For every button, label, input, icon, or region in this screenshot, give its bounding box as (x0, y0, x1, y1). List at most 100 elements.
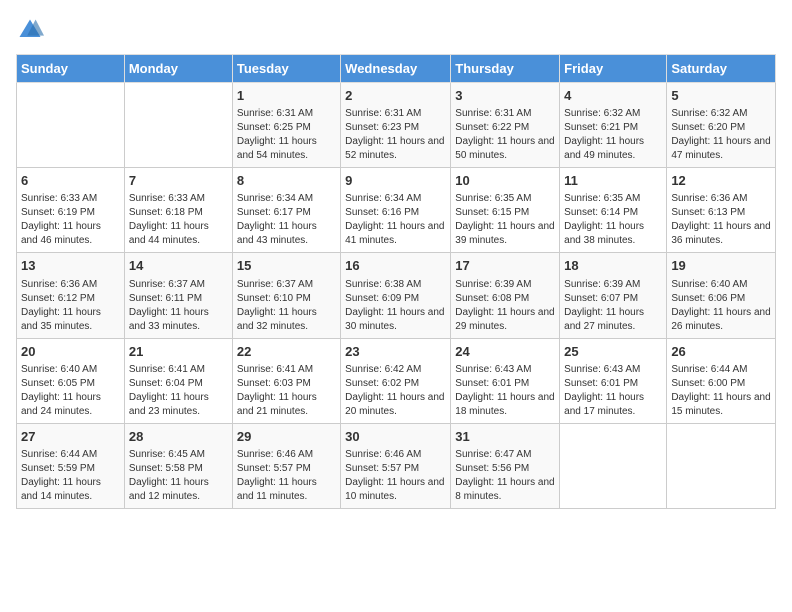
day-info: Sunrise: 6:45 AM Sunset: 5:58 PM Dayligh… (129, 448, 228, 504)
calendar-cell: 22 Sunrise: 6:41 AM Sunset: 6:03 PM Dayli… (232, 338, 340, 423)
day-number: 7 (129, 172, 228, 190)
calendar-cell (667, 423, 776, 508)
day-number: 19 (671, 257, 771, 275)
day-info: Sunrise: 6:40 AM Sunset: 6:06 PM Dayligh… (671, 278, 771, 334)
header-thursday: Thursday (451, 55, 560, 83)
calendar-cell: 12Sunrise: 6:36 AM Sunset: 6:13 PM Dayli… (667, 168, 776, 253)
day-number: 13 (21, 257, 120, 275)
logo-icon (16, 16, 44, 44)
day-number: 20 (21, 343, 120, 361)
calendar-cell: 30 Sunrise: 6:46 AM Sunset: 5:57 PM Dayli… (341, 423, 451, 508)
day-info: Sunrise: 6:40 AM Sunset: 6:05 PM Dayligh… (21, 363, 120, 419)
calendar-header-row: SundayMondayTuesdayWednesdayThursdayFrid… (17, 55, 776, 83)
calendar-cell: 2 Sunrise: 6:31 AM Sunset: 6:23 PM Daylig… (341, 83, 451, 168)
day-number: 10 (455, 172, 555, 190)
day-number: 15 (237, 257, 336, 275)
day-number: 25 (564, 343, 662, 361)
day-number: 2 (345, 87, 446, 105)
calendar-cell: 18Sunrise: 6:39 AM Sunset: 6:07 PM Dayli… (560, 253, 667, 338)
header-saturday: Saturday (667, 55, 776, 83)
day-info: Sunrise: 6:31 AM Sunset: 6:23 PM Dayligh… (345, 107, 446, 163)
day-info: Sunrise: 6:41 AM Sunset: 6:04 PM Dayligh… (129, 363, 228, 419)
day-info: Sunrise: 6:39 AM Sunset: 6:08 PM Dayligh… (455, 278, 555, 334)
day-number: 29 (237, 428, 336, 446)
day-number: 6 (21, 172, 120, 190)
day-number: 8 (237, 172, 336, 190)
week-row-2: 13 Sunrise: 6:36 AM Sunset: 6:12 PM Dayli… (17, 253, 776, 338)
calendar-cell: 10 Sunrise: 6:35 AM Sunset: 6:15 PM Dayli… (451, 168, 560, 253)
day-number: 30 (345, 428, 446, 446)
week-row-4: 27 Sunrise: 6:44 AM Sunset: 5:59 PM Dayli… (17, 423, 776, 508)
day-number: 31 (455, 428, 555, 446)
day-info: Sunrise: 6:44 AM Sunset: 6:00 PM Dayligh… (671, 363, 771, 419)
header-friday: Friday (560, 55, 667, 83)
day-info: Sunrise: 6:32 AM Sunset: 6:20 PM Dayligh… (671, 107, 771, 163)
day-info: Sunrise: 6:34 AM Sunset: 6:17 PM Dayligh… (237, 192, 336, 248)
calendar-cell: 11 Sunrise: 6:35 AM Sunset: 6:14 PM Dayli… (560, 168, 667, 253)
day-info: Sunrise: 6:37 AM Sunset: 6:11 PM Dayligh… (129, 278, 228, 334)
day-number: 16 (345, 257, 446, 275)
header-sunday: Sunday (17, 55, 125, 83)
day-info: Sunrise: 6:46 AM Sunset: 5:57 PM Dayligh… (237, 448, 336, 504)
day-number: 14 (129, 257, 228, 275)
day-number: 24 (455, 343, 555, 361)
header-tuesday: Tuesday (232, 55, 340, 83)
day-number: 26 (671, 343, 771, 361)
day-number: 27 (21, 428, 120, 446)
week-row-3: 20 Sunrise: 6:40 AM Sunset: 6:05 PM Dayli… (17, 338, 776, 423)
calendar-cell: 24 Sunrise: 6:43 AM Sunset: 6:01 PM Dayli… (451, 338, 560, 423)
calendar-cell: 3 Sunrise: 6:31 AM Sunset: 6:22 PM Daylig… (451, 83, 560, 168)
day-info: Sunrise: 6:31 AM Sunset: 6:22 PM Dayligh… (455, 107, 555, 163)
day-number: 11 (564, 172, 662, 190)
day-info: Sunrise: 6:34 AM Sunset: 6:16 PM Dayligh… (345, 192, 446, 248)
page-header (16, 16, 776, 44)
calendar-cell (560, 423, 667, 508)
day-number: 1 (237, 87, 336, 105)
calendar-cell: 7 Sunrise: 6:33 AM Sunset: 6:18 PM Daylig… (124, 168, 232, 253)
day-number: 22 (237, 343, 336, 361)
header-monday: Monday (124, 55, 232, 83)
day-number: 9 (345, 172, 446, 190)
day-number: 5 (671, 87, 771, 105)
calendar-cell: 29 Sunrise: 6:46 AM Sunset: 5:57 PM Dayli… (232, 423, 340, 508)
day-info: Sunrise: 6:32 AM Sunset: 6:21 PM Dayligh… (564, 107, 662, 163)
calendar-cell: 25 Sunrise: 6:43 AM Sunset: 6:01 PM Dayli… (560, 338, 667, 423)
day-info: Sunrise: 6:35 AM Sunset: 6:14 PM Dayligh… (564, 192, 662, 248)
day-info: Sunrise: 6:39 AM Sunset: 6:07 PM Dayligh… (564, 278, 662, 334)
day-info: Sunrise: 6:33 AM Sunset: 6:18 PM Dayligh… (129, 192, 228, 248)
day-info: Sunrise: 6:43 AM Sunset: 6:01 PM Dayligh… (455, 363, 555, 419)
calendar-cell: 19 Sunrise: 6:40 AM Sunset: 6:06 PM Dayli… (667, 253, 776, 338)
day-info: Sunrise: 6:33 AM Sunset: 6:19 PM Dayligh… (21, 192, 120, 248)
calendar-cell: 13 Sunrise: 6:36 AM Sunset: 6:12 PM Dayli… (17, 253, 125, 338)
calendar-cell: 1 Sunrise: 6:31 AM Sunset: 6:25 PM Daylig… (232, 83, 340, 168)
calendar-cell: 21 Sunrise: 6:41 AM Sunset: 6:04 PM Dayli… (124, 338, 232, 423)
day-info: Sunrise: 6:46 AM Sunset: 5:57 PM Dayligh… (345, 448, 446, 504)
day-info: Sunrise: 6:36 AM Sunset: 6:12 PM Dayligh… (21, 278, 120, 334)
calendar-cell (124, 83, 232, 168)
day-info: Sunrise: 6:31 AM Sunset: 6:25 PM Dayligh… (237, 107, 336, 163)
calendar-cell: 8 Sunrise: 6:34 AM Sunset: 6:17 PM Daylig… (232, 168, 340, 253)
calendar-cell: 14 Sunrise: 6:37 AM Sunset: 6:11 PM Dayli… (124, 253, 232, 338)
day-info: Sunrise: 6:35 AM Sunset: 6:15 PM Dayligh… (455, 192, 555, 248)
calendar-cell: 6 Sunrise: 6:33 AM Sunset: 6:19 PM Daylig… (17, 168, 125, 253)
day-number: 23 (345, 343, 446, 361)
day-info: Sunrise: 6:47 AM Sunset: 5:56 PM Dayligh… (455, 448, 555, 504)
day-info: Sunrise: 6:38 AM Sunset: 6:09 PM Dayligh… (345, 278, 446, 334)
week-row-0: 1 Sunrise: 6:31 AM Sunset: 6:25 PM Daylig… (17, 83, 776, 168)
day-info: Sunrise: 6:41 AM Sunset: 6:03 PM Dayligh… (237, 363, 336, 419)
day-info: Sunrise: 6:37 AM Sunset: 6:10 PM Dayligh… (237, 278, 336, 334)
day-number: 3 (455, 87, 555, 105)
day-number: 21 (129, 343, 228, 361)
day-info: Sunrise: 6:43 AM Sunset: 6:01 PM Dayligh… (564, 363, 662, 419)
week-row-1: 6 Sunrise: 6:33 AM Sunset: 6:19 PM Daylig… (17, 168, 776, 253)
calendar-cell: 20 Sunrise: 6:40 AM Sunset: 6:05 PM Dayli… (17, 338, 125, 423)
calendar-cell: 9 Sunrise: 6:34 AM Sunset: 6:16 PM Daylig… (341, 168, 451, 253)
calendar-cell: 16 Sunrise: 6:38 AM Sunset: 6:09 PM Dayli… (341, 253, 451, 338)
calendar-cell: 28Sunrise: 6:45 AM Sunset: 5:58 PM Dayli… (124, 423, 232, 508)
day-info: Sunrise: 6:42 AM Sunset: 6:02 PM Dayligh… (345, 363, 446, 419)
calendar-table: SundayMondayTuesdayWednesdayThursdayFrid… (16, 54, 776, 509)
day-info: Sunrise: 6:44 AM Sunset: 5:59 PM Dayligh… (21, 448, 120, 504)
calendar-cell: 15 Sunrise: 6:37 AM Sunset: 6:10 PM Dayli… (232, 253, 340, 338)
calendar-cell (17, 83, 125, 168)
calendar-cell: 17Sunrise: 6:39 AM Sunset: 6:08 PM Dayli… (451, 253, 560, 338)
